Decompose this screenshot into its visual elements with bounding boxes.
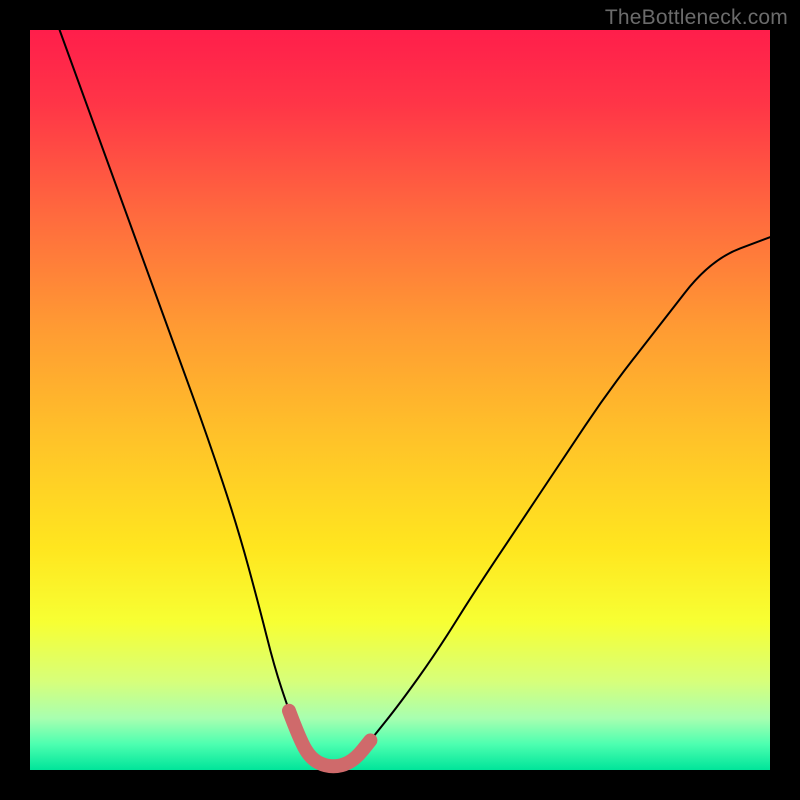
heat-background bbox=[30, 30, 770, 770]
bottleneck-chart bbox=[0, 0, 800, 800]
watermark-text: TheBottleneck.com bbox=[605, 6, 788, 30]
chart-stage: TheBottleneck.com bbox=[0, 0, 800, 800]
